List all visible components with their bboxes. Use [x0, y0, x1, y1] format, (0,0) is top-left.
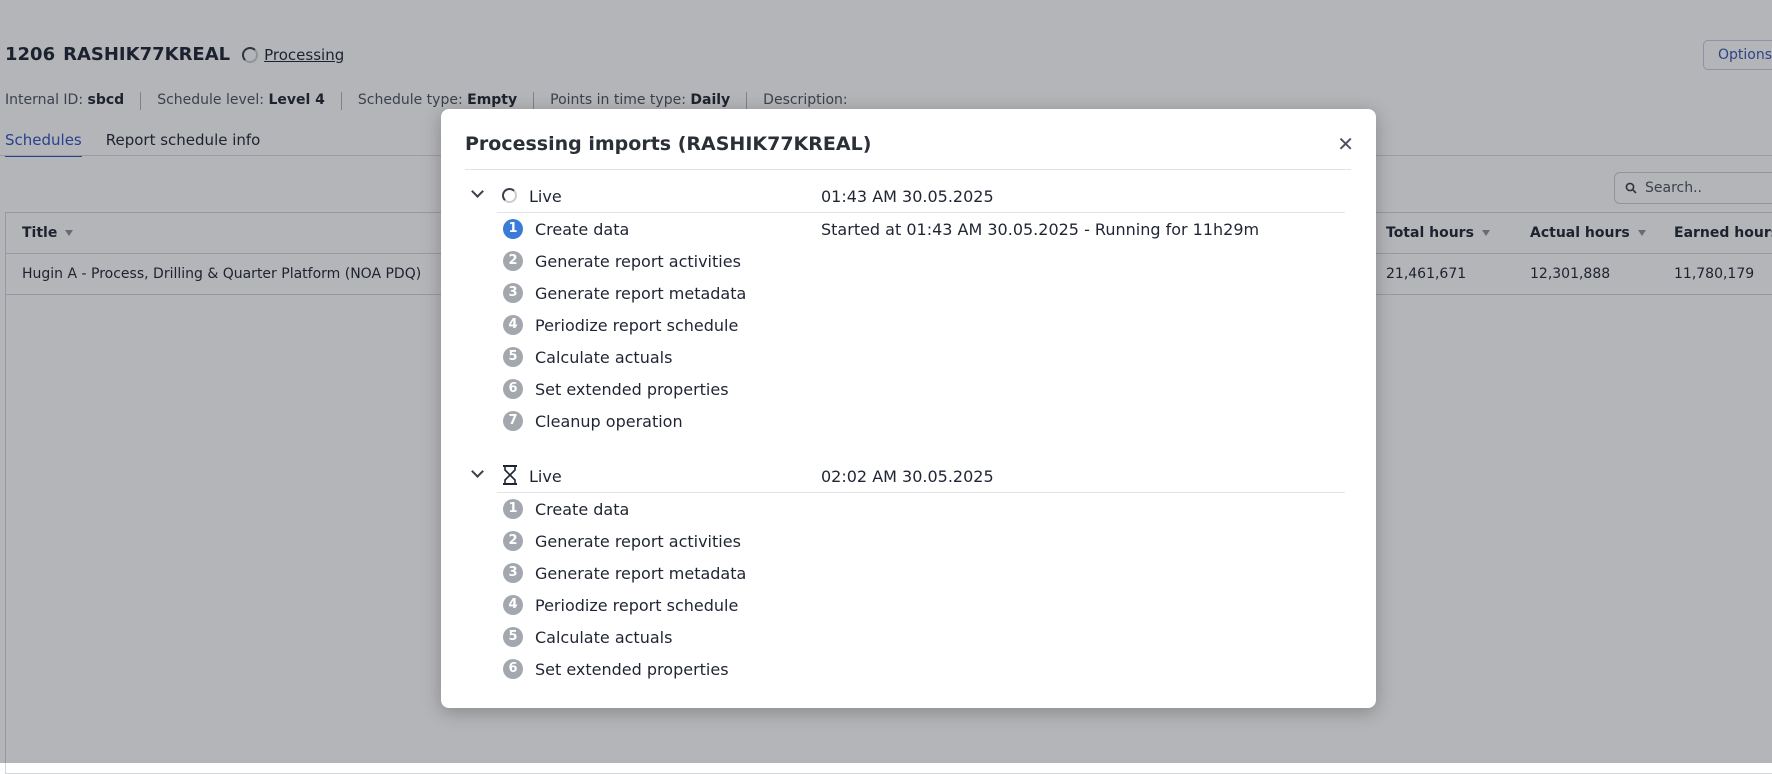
step-item: 5 Calculate actuals — [503, 341, 1345, 373]
step-item: 3 Generate report metadata — [503, 277, 1345, 309]
group-time: 02:02 AM 30.05.2025 — [821, 467, 994, 486]
step-label: Periodize report schedule — [535, 596, 739, 615]
close-icon[interactable]: ✕ — [1337, 132, 1354, 156]
step-item: 6 Set extended properties — [503, 653, 1345, 685]
dialog-divider — [465, 169, 1351, 170]
step-label: Calculate actuals — [535, 628, 673, 647]
step-item: 4 Periodize report schedule — [503, 589, 1345, 621]
import-group: Live 01:43 AM 30.05.2025 1 Create data S… — [465, 179, 1345, 437]
step-item: 3 Generate report metadata — [503, 557, 1345, 589]
spinner-icon — [502, 188, 517, 207]
step-number-badge: 5 — [503, 347, 523, 367]
step-number-badge: 6 — [503, 379, 523, 399]
step-item: 7 Cleanup operation — [503, 405, 1345, 437]
step-number-badge: 3 — [503, 563, 523, 583]
step-label: Set extended properties — [535, 380, 729, 399]
step-number-badge: 6 — [503, 659, 523, 679]
step-label: Generate report activities — [535, 252, 741, 271]
group-label: Live — [529, 467, 562, 486]
step-item: 1 Create data — [503, 493, 1345, 525]
step-label: Cleanup operation — [535, 412, 683, 431]
step-label: Set extended properties — [535, 660, 729, 679]
step-number-badge: 4 — [503, 595, 523, 615]
step-number-badge: 5 — [503, 627, 523, 647]
import-group-header[interactable]: Live 02:02 AM 30.05.2025 — [471, 459, 1345, 493]
step-item: 4 Periodize report schedule — [503, 309, 1345, 341]
chevron-down-icon[interactable] — [471, 465, 484, 478]
step-item: 2 Generate report activities — [503, 245, 1345, 277]
step-number-badge: 7 — [503, 411, 523, 431]
page-background: 1206 RASHIK77KREAL Processing Options In… — [0, 0, 1772, 774]
step-detail: Started at 01:43 AM 30.05.2025 - Running… — [821, 220, 1260, 239]
step-number-badge: 1 — [503, 499, 523, 519]
step-label: Generate report metadata — [535, 564, 747, 583]
step-number-badge: 3 — [503, 283, 523, 303]
group-label: Live — [529, 187, 562, 206]
step-item: 2 Generate report activities — [503, 525, 1345, 557]
dialog-title: Processing imports (RASHIK77KREAL) — [465, 133, 872, 155]
step-number-badge: 2 — [503, 251, 523, 271]
step-number-badge: 2 — [503, 531, 523, 551]
step-number-badge: 1 — [503, 219, 523, 239]
hourglass-icon — [502, 465, 518, 492]
step-label: Periodize report schedule — [535, 316, 739, 335]
step-label: Create data — [535, 500, 630, 519]
step-item: 1 Create data Started at 01:43 AM 30.05.… — [503, 213, 1345, 245]
step-label: Create data — [535, 220, 630, 239]
dialog-body: Live 01:43 AM 30.05.2025 1 Create data S… — [465, 179, 1345, 686]
step-item: 6 Set extended properties — [503, 373, 1345, 405]
step-label: Calculate actuals — [535, 348, 673, 367]
chevron-down-icon[interactable] — [471, 185, 484, 198]
step-number-badge: 4 — [503, 315, 523, 335]
step-label: Generate report metadata — [535, 284, 747, 303]
processing-imports-dialog: Processing imports (RASHIK77KREAL) ✕ Liv… — [441, 109, 1376, 708]
import-group: Live 02:02 AM 30.05.2025 1 Create data 2… — [465, 459, 1345, 685]
group-time: 01:43 AM 30.05.2025 — [821, 187, 994, 206]
step-label: Generate report activities — [535, 532, 741, 551]
step-item: 5 Calculate actuals — [503, 621, 1345, 653]
import-group-header[interactable]: Live 01:43 AM 30.05.2025 — [471, 179, 1345, 213]
